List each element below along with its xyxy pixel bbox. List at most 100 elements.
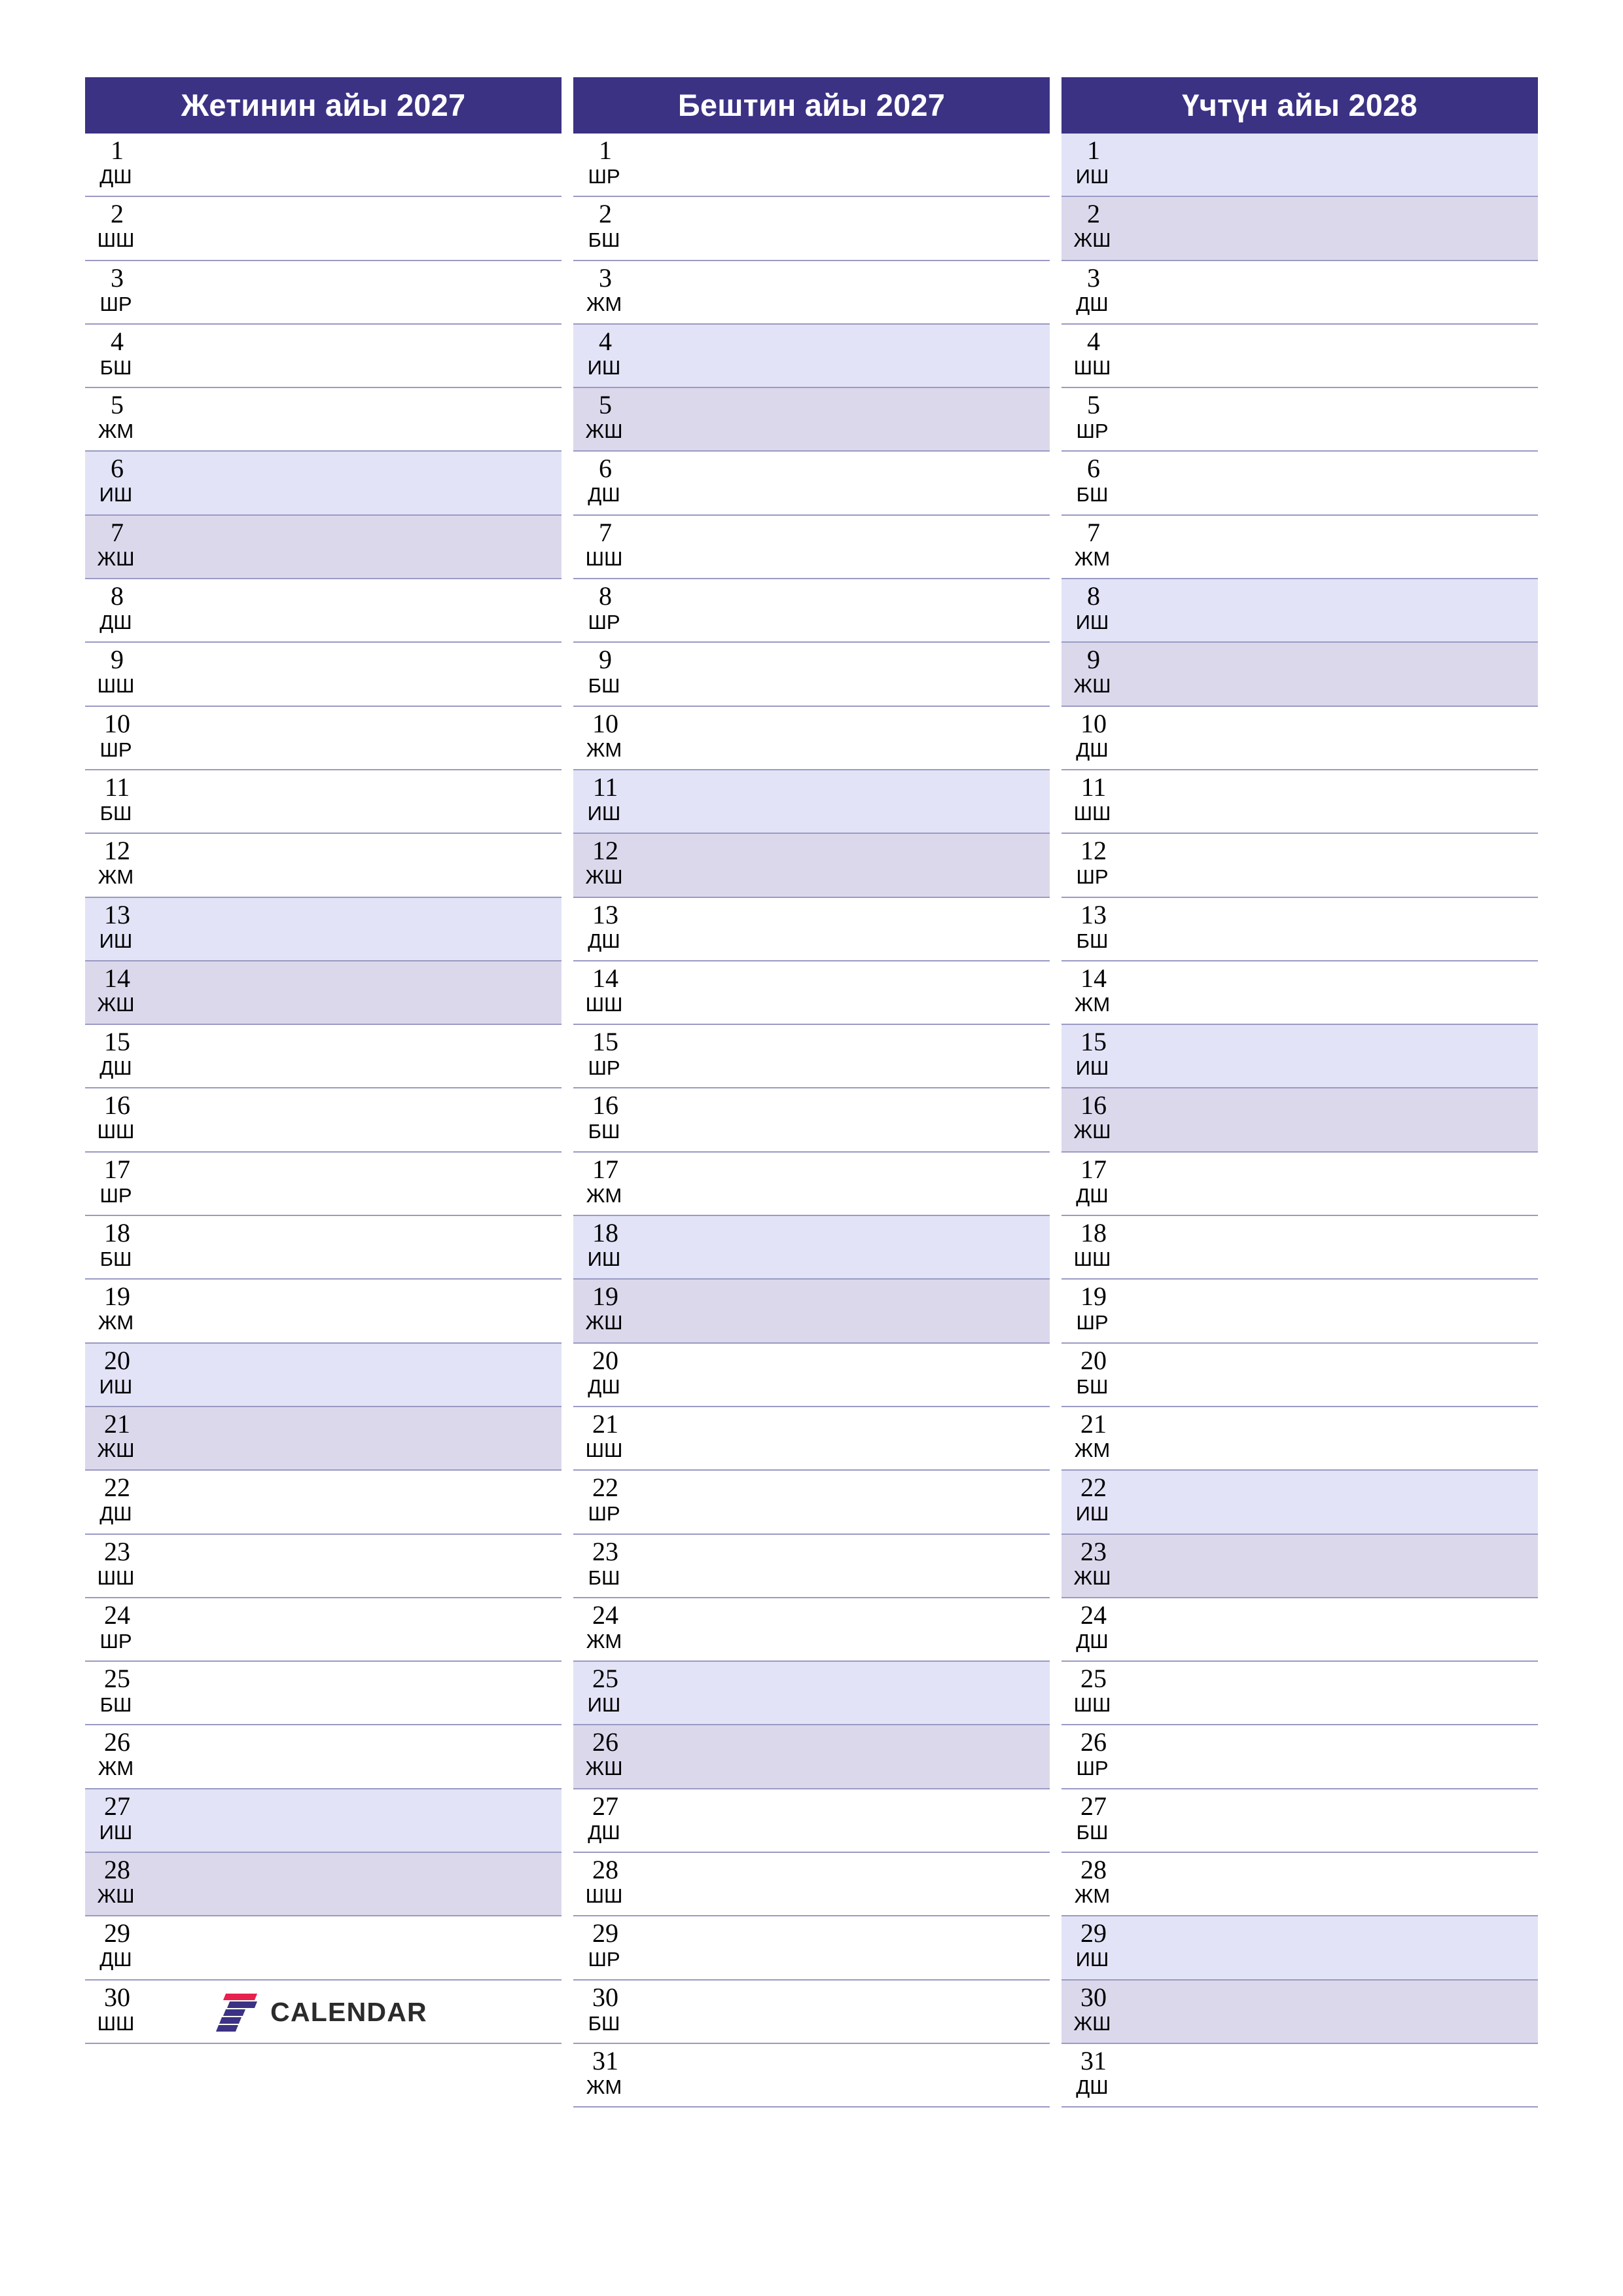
day-note-area[interactable] xyxy=(151,1280,562,1342)
day-note-area[interactable] xyxy=(151,1725,562,1787)
day-row[interactable]: 5 ЖМ xyxy=(85,388,562,452)
day-row[interactable]: 23 ШШ xyxy=(85,1534,562,1598)
day-note-area[interactable] xyxy=(1127,1471,1538,1533)
day-note-area[interactable] xyxy=(1127,516,1538,578)
day-note-area[interactable] xyxy=(151,898,562,960)
day-note-area[interactable] xyxy=(639,197,1050,259)
day-note-area[interactable] xyxy=(639,1280,1050,1342)
day-note-area[interactable] xyxy=(639,1088,1050,1151)
day-row[interactable]: 2 ЖШ xyxy=(1061,197,1538,261)
day-note-area[interactable] xyxy=(1127,1662,1538,1724)
day-row[interactable]: 23 ЖШ xyxy=(1061,1534,1538,1598)
day-row[interactable]: 17 ЖМ xyxy=(573,1152,1050,1217)
day-row[interactable]: 25 ШШ xyxy=(1061,1662,1538,1726)
day-row[interactable]: 29 ШР xyxy=(573,1916,1050,1981)
day-note-area[interactable] xyxy=(639,1344,1050,1406)
day-note-area[interactable] xyxy=(1127,898,1538,960)
day-note-area[interactable] xyxy=(151,1471,562,1533)
day-row[interactable]: 12 ШР xyxy=(1061,834,1538,898)
day-note-area[interactable] xyxy=(151,707,562,769)
day-note-area[interactable] xyxy=(639,261,1050,323)
day-note-area[interactable] xyxy=(639,1662,1050,1724)
day-row[interactable]: 31 ДШ xyxy=(1061,2043,1538,2108)
day-note-area[interactable] xyxy=(1127,325,1538,387)
day-row[interactable]: 2 ШШ xyxy=(85,197,562,261)
day-row[interactable]: 22 ДШ xyxy=(85,1471,562,1535)
day-note-area[interactable] xyxy=(1127,834,1538,896)
day-row[interactable]: 5 ЖШ xyxy=(573,388,1050,452)
day-row[interactable]: 27 ДШ xyxy=(573,1789,1050,1854)
day-note-area[interactable] xyxy=(639,388,1050,450)
day-row[interactable]: 8 ИШ xyxy=(1061,579,1538,643)
day-row[interactable]: 21 ЖШ xyxy=(85,1407,562,1471)
day-row[interactable]: 3 ЖМ xyxy=(573,260,1050,325)
day-note-area[interactable] xyxy=(639,834,1050,896)
day-note-area[interactable] xyxy=(639,707,1050,769)
day-note-area[interactable] xyxy=(639,1598,1050,1660)
day-note-area[interactable] xyxy=(639,961,1050,1024)
day-row[interactable]: 10 ДШ xyxy=(1061,706,1538,770)
day-note-area[interactable] xyxy=(151,961,562,1024)
day-row[interactable]: 29 ИШ xyxy=(1061,1916,1538,1981)
day-note-area[interactable] xyxy=(639,1471,1050,1533)
day-note-area[interactable] xyxy=(1127,134,1538,196)
day-note-area[interactable] xyxy=(151,643,562,705)
day-row[interactable]: 28 ШШ xyxy=(573,1853,1050,1917)
day-note-area[interactable] xyxy=(151,1153,562,1215)
day-note-area[interactable] xyxy=(639,516,1050,578)
day-row[interactable]: 17 ШР xyxy=(85,1152,562,1217)
day-note-area[interactable] xyxy=(639,1153,1050,1215)
day-row[interactable]: 19 ЖМ xyxy=(85,1280,562,1344)
day-row[interactable]: 14 ШШ xyxy=(573,961,1050,1026)
day-note-area[interactable] xyxy=(1127,1153,1538,1215)
day-row[interactable]: 8 ШР xyxy=(573,579,1050,643)
day-note-area[interactable] xyxy=(151,134,562,196)
day-row[interactable]: 24 ДШ xyxy=(1061,1598,1538,1662)
day-row[interactable]: 30 БШ xyxy=(573,1980,1050,2044)
day-note-area[interactable] xyxy=(1127,770,1538,833)
day-note-area[interactable] xyxy=(151,325,562,387)
day-note-area[interactable] xyxy=(1127,579,1538,641)
day-row[interactable]: 20 ДШ xyxy=(573,1343,1050,1407)
day-note-area[interactable] xyxy=(1127,261,1538,323)
day-row[interactable]: 19 ШР xyxy=(1061,1280,1538,1344)
day-row[interactable]: 15 ИШ xyxy=(1061,1025,1538,1089)
day-row[interactable]: 24 ЖМ xyxy=(573,1598,1050,1662)
day-row[interactable]: 11 БШ xyxy=(85,770,562,834)
day-row[interactable]: 7 ЖМ xyxy=(1061,515,1538,580)
day-note-area[interactable] xyxy=(639,579,1050,641)
day-row[interactable]: 3 ДШ xyxy=(1061,260,1538,325)
day-note-area[interactable] xyxy=(1127,643,1538,705)
day-note-area[interactable] xyxy=(151,834,562,896)
day-note-area[interactable] xyxy=(151,1916,562,1979)
day-note-area[interactable] xyxy=(1127,1025,1538,1087)
day-note-area[interactable] xyxy=(151,1216,562,1278)
day-row[interactable]: 16 ШШ xyxy=(85,1088,562,1153)
day-row[interactable]: 28 ЖМ xyxy=(1061,1853,1538,1917)
day-note-area[interactable] xyxy=(151,516,562,578)
day-row[interactable]: 21 ЖМ xyxy=(1061,1407,1538,1471)
day-note-area[interactable] xyxy=(151,1025,562,1087)
day-row[interactable]: 6 ИШ xyxy=(85,452,562,516)
day-note-area[interactable] xyxy=(639,1407,1050,1469)
day-row[interactable]: 26 ЖМ xyxy=(85,1725,562,1789)
day-row[interactable]: 20 ИШ xyxy=(85,1343,562,1407)
day-row[interactable]: 14 ЖМ xyxy=(1061,961,1538,1026)
day-row[interactable]: 24 ШР xyxy=(85,1598,562,1662)
day-row[interactable]: 8 ДШ xyxy=(85,579,562,643)
day-note-area[interactable] xyxy=(1127,961,1538,1024)
day-note-area[interactable] xyxy=(1127,1535,1538,1597)
day-row[interactable]: 11 ИШ xyxy=(573,770,1050,834)
day-note-area[interactable] xyxy=(1127,2044,1538,2106)
day-note-area[interactable] xyxy=(639,770,1050,833)
day-note-area[interactable] xyxy=(639,643,1050,705)
day-row[interactable]: 6 ДШ xyxy=(573,452,1050,516)
day-note-area[interactable] xyxy=(639,1216,1050,1278)
day-row[interactable]: 9 ЖШ xyxy=(1061,643,1538,707)
day-note-area[interactable] xyxy=(639,898,1050,960)
day-note-area[interactable] xyxy=(1127,1088,1538,1151)
day-note-area[interactable] xyxy=(639,1981,1050,2043)
day-note-area[interactable] xyxy=(151,1088,562,1151)
day-row[interactable]: 1 ИШ xyxy=(1061,134,1538,198)
day-row[interactable]: 13 ИШ xyxy=(85,897,562,961)
